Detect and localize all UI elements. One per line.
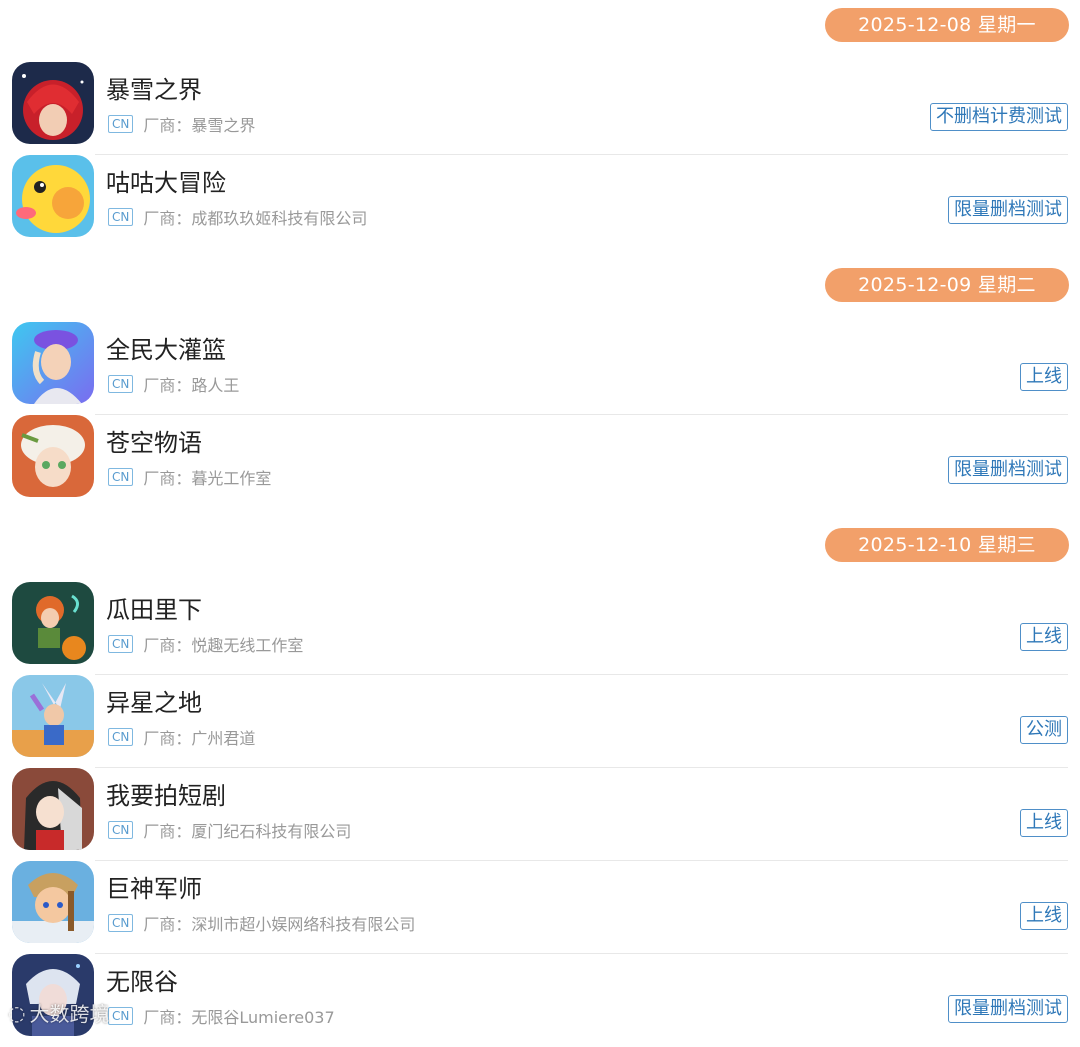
game-meta: CN 厂商： 深圳市超小娱网络科技有限公司: [108, 913, 416, 934]
game-meta: CN 厂商： 无限谷Lumiere037: [108, 1006, 335, 1027]
test-status-tag: 上线: [1020, 902, 1068, 930]
test-status-tag: 限量删档测试: [948, 995, 1068, 1023]
date-header: 2025-12-10 星期三: [825, 528, 1069, 562]
game-title: 全民大灌篮: [106, 336, 226, 364]
game-list-item[interactable]: 瓜田里下 CN 厂商： 悦趣无线工作室 上线: [0, 582, 1080, 675]
vendor-prefix: 厂商：: [143, 116, 192, 135]
game-title: 巨神军师: [106, 875, 202, 903]
game-meta: CN 厂商： 厦门纪石科技有限公司: [108, 820, 352, 841]
game-list-item[interactable]: 暴雪之界 CN 厂商： 暴雪之界 不删档计费测试: [0, 62, 1080, 155]
test-status-tag: 不删档计费测试: [930, 103, 1068, 131]
game-title: 瓜田里下: [106, 596, 202, 624]
vendor-name: 广州君道: [191, 729, 256, 748]
vendor-prefix: 厂商：: [143, 636, 192, 655]
vendor-name: 厦门纪石科技有限公司: [191, 822, 352, 841]
region-badge: CN: [108, 115, 134, 133]
vendor-name: 路人王: [191, 376, 240, 395]
vendor-name: 暮光工作室: [191, 469, 272, 488]
game-title: 无限谷: [106, 968, 178, 996]
test-status-tag: 上线: [1020, 809, 1068, 837]
test-status-tag: 上线: [1020, 623, 1068, 651]
vendor-name: 悦趣无线工作室: [191, 636, 304, 655]
watermark-text: 大数跨境: [29, 1002, 110, 1026]
game-list-item[interactable]: 咕咕大冒险 CN 厂商： 成都玖玖姬科技有限公司 限量删档测试: [0, 155, 1080, 248]
game-title: 苍空物语: [106, 429, 202, 457]
region-badge: CN: [108, 821, 134, 839]
date-header: 2025-12-08 星期一: [825, 8, 1069, 42]
vendor-name: 无限谷Lumiere037: [191, 1008, 335, 1027]
game-meta: CN 厂商： 暴雪之界: [108, 114, 256, 135]
region-badge: CN: [108, 468, 134, 486]
basketball-player-icon: [12, 322, 94, 404]
alien-adventurer-icon: [12, 675, 94, 757]
test-status-tag: 限量删档测试: [948, 196, 1068, 224]
watermark-logo-icon: ◌: [8, 1000, 26, 1025]
vendor-name: 暴雪之界: [191, 116, 256, 135]
vendor-name: 成都玖玖姬科技有限公司: [191, 209, 368, 228]
red-haired-character-icon: [12, 62, 94, 144]
game-title: 我要拍短剧: [106, 782, 226, 810]
game-meta: CN 厂商： 广州君道: [108, 727, 256, 748]
watermark: ◌ 大数跨境: [8, 998, 109, 1027]
date-header: 2025-12-09 星期二: [825, 268, 1069, 302]
game-list-item[interactable]: 巨神军师 CN 厂商： 深圳市超小娱网络科技有限公司 上线: [0, 861, 1080, 954]
drama-girl-icon: [12, 768, 94, 850]
vendor-prefix: 厂商：: [143, 376, 192, 395]
game-title: 暴雪之界: [106, 76, 202, 104]
yellow-bird-icon: [12, 155, 94, 237]
white-haired-girl-icon: [12, 415, 94, 497]
pumpkin-field-girl-icon: [12, 582, 94, 664]
game-meta: CN 厂商： 暮光工作室: [108, 467, 272, 488]
game-meta: CN 厂商： 路人王: [108, 374, 240, 395]
vendor-prefix: 厂商：: [143, 822, 192, 841]
chibi-warrior-icon: [12, 861, 94, 943]
test-status-tag: 公测: [1020, 716, 1068, 744]
game-list-item[interactable]: 无限谷 CN 厂商： 无限谷Lumiere037 限量删档测试: [0, 954, 1080, 1047]
vendor-name: 深圳市超小娱网络科技有限公司: [191, 915, 416, 934]
vendor-prefix: 厂商：: [143, 1008, 192, 1027]
game-title: 异星之地: [106, 689, 202, 717]
game-list-item[interactable]: 全民大灌篮 CN 厂商： 路人王 上线: [0, 322, 1080, 415]
vendor-prefix: 厂商：: [143, 469, 192, 488]
game-title: 咕咕大冒险: [106, 169, 226, 197]
game-list-item[interactable]: 异星之地 CN 厂商： 广州君道 公测: [0, 675, 1080, 768]
game-meta: CN 厂商： 成都玖玖姬科技有限公司: [108, 207, 368, 228]
vendor-prefix: 厂商：: [143, 729, 192, 748]
region-badge: CN: [108, 914, 134, 932]
game-list-item[interactable]: 我要拍短剧 CN 厂商： 厦门纪石科技有限公司 上线: [0, 768, 1080, 861]
game-meta: CN 厂商： 悦趣无线工作室: [108, 634, 304, 655]
test-status-tag: 限量删档测试: [948, 456, 1068, 484]
region-badge: CN: [108, 728, 134, 746]
vendor-prefix: 厂商：: [143, 915, 192, 934]
region-badge: CN: [108, 1007, 134, 1025]
region-badge: CN: [108, 208, 134, 226]
game-list-item[interactable]: 苍空物语 CN 厂商： 暮光工作室 限量删档测试: [0, 415, 1080, 508]
region-badge: CN: [108, 635, 134, 653]
region-badge: CN: [108, 375, 134, 393]
test-status-tag: 上线: [1020, 363, 1068, 391]
vendor-prefix: 厂商：: [143, 209, 192, 228]
